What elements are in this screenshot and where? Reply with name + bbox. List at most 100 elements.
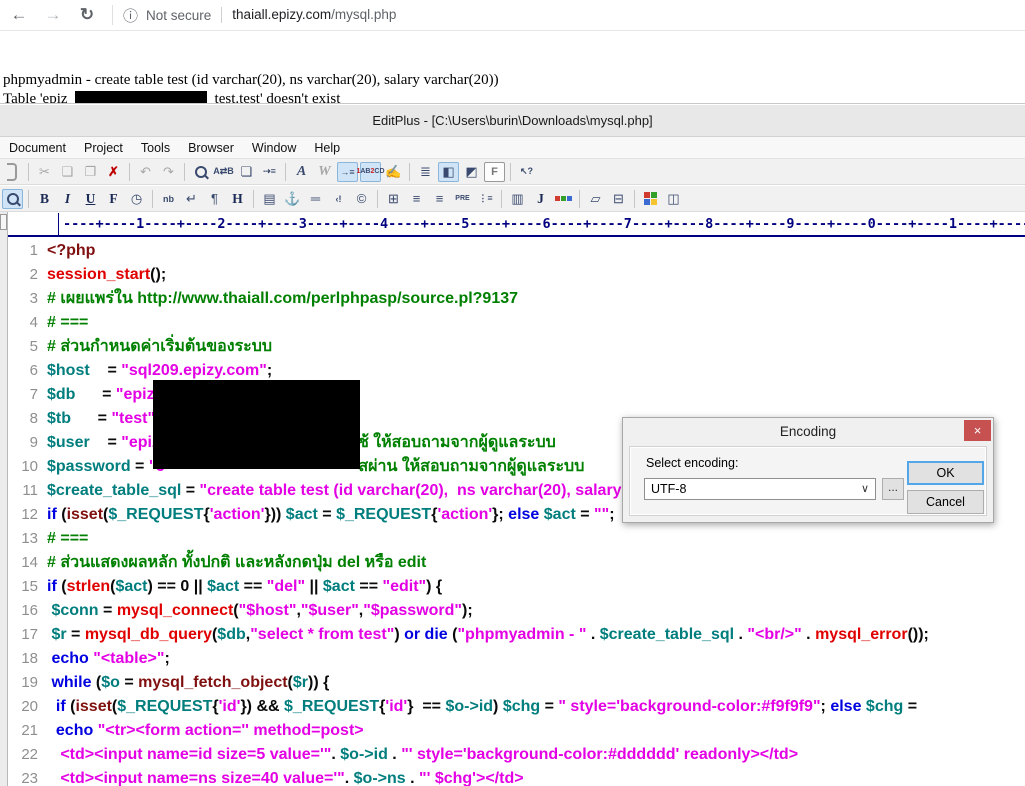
preferences-icon[interactable]: ✍ <box>383 162 404 182</box>
splitter-handle[interactable] <box>0 214 7 230</box>
find-in-files-icon[interactable]: ❏ <box>236 162 257 182</box>
code-token: mysql_db_query <box>84 626 212 643</box>
center-text-icon[interactable]: ≡ <box>406 189 427 209</box>
code-token: or <box>404 626 421 643</box>
context-help-icon[interactable]: ↖? <box>516 162 537 182</box>
image-icon[interactable]: ▤ <box>259 189 280 209</box>
menu-project[interactable]: Project <box>75 141 132 155</box>
undo-icon[interactable]: ↶ <box>135 162 156 182</box>
omnibox-divider <box>112 5 113 25</box>
comment-icon[interactable]: ‹! <box>328 189 349 209</box>
underline-icon[interactable]: U <box>80 189 101 209</box>
browser-colors-icon[interactable] <box>640 189 661 209</box>
bold-icon[interactable]: B <box>34 189 55 209</box>
browser-preview-icon[interactable] <box>2 188 23 209</box>
code-line: 22 <td><input name=id size=5 value='". $… <box>8 743 1025 767</box>
object-icon[interactable] <box>553 189 574 209</box>
url-host[interactable]: thaiall.epizy.com <box>232 7 331 22</box>
code-token: "" <box>594 506 610 523</box>
document-list-icon[interactable]: ≣ <box>415 162 436 182</box>
find-icon[interactable] <box>190 162 211 182</box>
menu-window[interactable]: Window <box>243 141 305 155</box>
paragraph-icon[interactable]: ¶ <box>204 189 225 209</box>
ruler-origin-line <box>58 213 59 235</box>
anchor-icon[interactable]: ⚓ <box>282 189 303 209</box>
side-panel-icon[interactable]: ◧ <box>438 161 459 182</box>
cliptext-icon[interactable]: ◩ <box>461 162 482 182</box>
pre-icon[interactable]: PRE <box>452 189 473 209</box>
list-icon[interactable]: ⋮≡ <box>475 189 496 209</box>
close-icon[interactable]: × <box>964 420 991 441</box>
frame-icon[interactable]: ⊟ <box>608 189 629 209</box>
code-token: "<table>" <box>93 650 165 667</box>
back-icon[interactable]: ← <box>8 5 30 25</box>
ok-button[interactable]: OK <box>907 461 984 485</box>
forward-icon[interactable]: → <box>42 5 64 25</box>
time-stamp-icon[interactable]: ◷ <box>126 189 147 209</box>
new-window-icon[interactable]: ▱ <box>585 189 606 209</box>
italic-icon[interactable]: I <box>57 189 78 209</box>
cut-icon[interactable]: ✂ <box>34 162 55 182</box>
code-token: = <box>89 434 122 451</box>
encoding-select[interactable]: UTF-8 ∨ <box>644 478 876 500</box>
code-line: 16 $conn = mysql_connect("$host","$user"… <box>8 599 1025 623</box>
heading-icon[interactable]: H <box>227 189 248 209</box>
chevron-down-icon[interactable]: ∨ <box>861 479 869 499</box>
font-tag-icon[interactable]: F <box>103 189 124 209</box>
word-wrap-icon[interactable]: →≡ <box>337 161 358 182</box>
nbsp-icon[interactable]: nb <box>158 189 179 209</box>
menu-bar: Document Project Tools Browser Window Help <box>0 137 1025 159</box>
code-line: 17 $r = mysql_db_query($db,"select * fro… <box>8 623 1025 647</box>
code-token: # ส่วนแสดงผลหลัก ทั้งปกติ และหลังกดปุ่ม … <box>47 554 427 571</box>
code-token: "$password" <box>363 602 463 619</box>
redo-icon[interactable]: ↷ <box>158 162 179 182</box>
menu-help[interactable]: Help <box>305 141 349 155</box>
menu-document[interactable]: Document <box>0 141 75 155</box>
page-info-icon[interactable]: ⓘ <box>123 5 138 26</box>
copy-icon[interactable]: ❏ <box>57 162 78 182</box>
delete-icon[interactable]: ✗ <box>103 162 124 182</box>
horizontal-rule-icon[interactable]: ═ <box>305 189 326 209</box>
function-list-icon[interactable]: F <box>484 161 505 182</box>
code-token: else <box>830 698 862 715</box>
security-label[interactable]: Not secure <box>146 8 211 23</box>
menu-tools[interactable]: Tools <box>132 141 179 155</box>
line-break-icon[interactable]: ↵ <box>181 189 202 209</box>
reload-icon[interactable]: ↻ <box>76 5 98 25</box>
url-path[interactable]: /mysql.php <box>331 7 396 22</box>
script-icon[interactable]: ▥ <box>507 189 528 209</box>
code-token: isset <box>75 698 112 715</box>
paste-icon[interactable]: ❐ <box>80 162 101 182</box>
code-token: ( <box>65 698 76 715</box>
cancel-button[interactable]: Cancel <box>907 490 984 514</box>
special-char-icon[interactable]: © <box>351 189 372 209</box>
code-token: . <box>387 746 402 763</box>
address-bar[interactable]: thaiall.epizy.com/mysql.php <box>232 6 396 24</box>
code-token: = <box>119 674 139 691</box>
code-token: })) <box>264 506 286 523</box>
right-text-icon[interactable]: ≡ <box>429 189 450 209</box>
toolbar-standard: ✂ ❏ ❐ ✗ ↶ ↷ A⇄B ❏ ⇢≡ A W →≡ 1 AB 2 CD ✍ ≣ ◧ ◩ F ↖? <box>0 159 1025 185</box>
auto-indent-icon[interactable]: 1 AB 2 CD <box>356 161 385 182</box>
code-token: <td><input name=id size=5 value='" <box>47 746 332 763</box>
table-icon[interactable]: ⊞ <box>383 189 404 209</box>
menu-browser[interactable]: Browser <box>179 141 243 155</box>
code-token: . <box>734 626 748 643</box>
replace-icon[interactable]: A⇄B <box>213 162 234 182</box>
code-token: if <box>47 506 57 523</box>
code-token: $chg <box>865 698 904 715</box>
code-token: "$user" <box>300 602 359 619</box>
line-number: 21 <box>21 722 38 739</box>
split-window-icon[interactable]: ◫ <box>663 189 684 209</box>
font-icon[interactable]: A <box>291 162 312 182</box>
javascript-icon[interactable]: J <box>530 189 551 209</box>
code-token: ); <box>462 602 473 619</box>
line-number: 8 <box>29 410 38 427</box>
mark-all-icon[interactable]: ⇢≡ <box>259 162 280 182</box>
word-wrap-off-icon[interactable]: W <box>314 162 335 182</box>
code-token: = <box>130 458 149 475</box>
browse-button[interactable]: ... <box>882 478 904 500</box>
clipped-document-icon[interactable] <box>2 162 23 182</box>
page-content: phpmyadmin - create table test (id varch… <box>0 31 1025 107</box>
code-token: $o <box>101 674 120 691</box>
